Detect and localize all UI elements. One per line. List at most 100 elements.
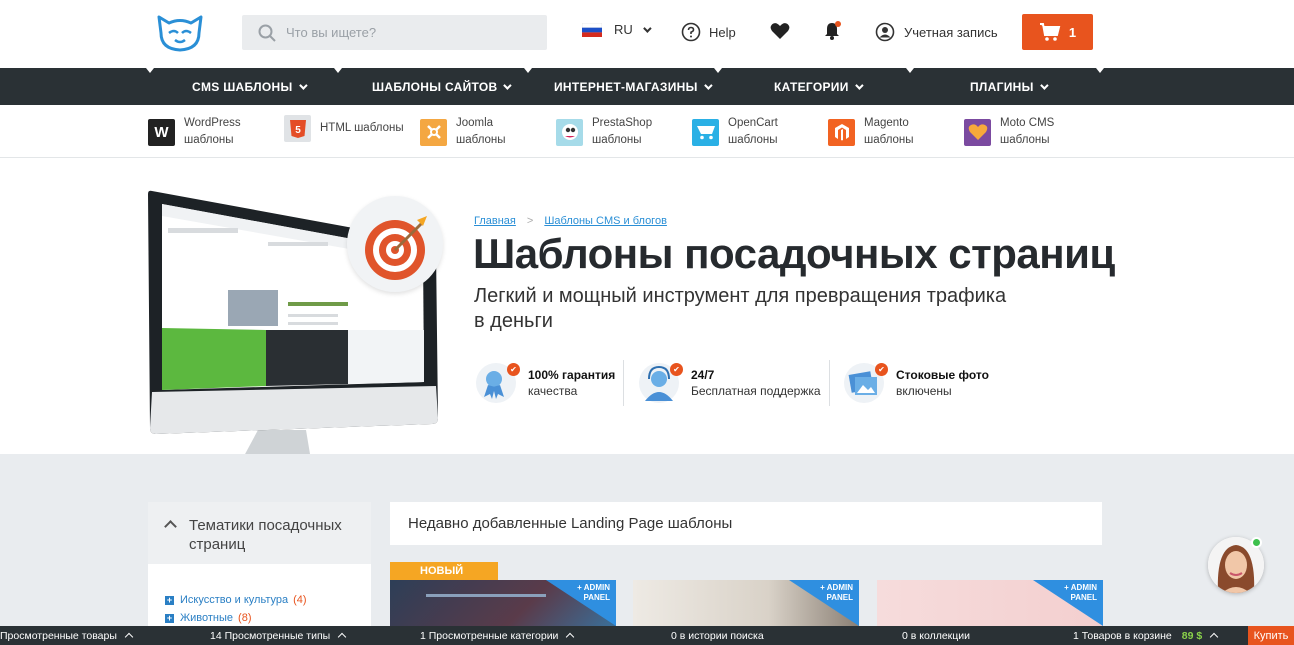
nav-categories[interactable]: КАТЕГОРИИ	[774, 68, 864, 105]
chevron-down-icon	[1039, 80, 1049, 90]
collections[interactable]: 0 в коллекции	[902, 626, 970, 645]
cms-sublabel: шаблоны	[592, 134, 642, 146]
help-link[interactable]: Help	[681, 22, 736, 42]
cms-link-motocms[interactable]: Moto CMS шаблоны	[964, 115, 1054, 149]
search-history-label: 0 в истории поиска	[671, 629, 764, 642]
cms-link-html[interactable]: 5 HTML шаблоны	[284, 115, 404, 142]
cms-sublabel: шаблоны	[1000, 134, 1050, 146]
heart-icon	[770, 23, 790, 39]
topic-filter-animals[interactable]: + Животные (8)	[165, 612, 252, 624]
check-badge-icon: ✔	[875, 363, 888, 376]
template-thumbnail[interactable]: + ADMIN PANEL	[633, 580, 859, 626]
nav-label: КАТЕГОРИИ	[774, 79, 849, 94]
nav-plugins[interactable]: ПЛАГИНЫ	[970, 68, 1049, 105]
topic-label: Искусство и культура	[180, 594, 289, 606]
search-history[interactable]: 0 в истории поиска	[671, 626, 764, 645]
viewed-categories-label: 1 Просмотренные категории	[420, 629, 559, 642]
cart-button[interactable]: 1	[1022, 14, 1093, 50]
cms-link-opencart[interactable]: OpenCart шаблоны	[692, 115, 778, 149]
breadcrumb: Главная > Шаблоны CMS и блогов	[474, 215, 667, 227]
chevron-down-icon	[703, 80, 713, 90]
russia-flag-icon	[581, 22, 603, 37]
target-icon	[347, 196, 443, 292]
nav-ecommerce[interactable]: ИНТЕРНЕТ-МАГАЗИНЫ	[554, 68, 713, 105]
cms-label: OpenCart	[728, 117, 778, 129]
cart-summary[interactable]: 1 Товаров в корзине 89 $	[1073, 626, 1219, 645]
cms-sublabel: шаблоны	[456, 134, 506, 146]
topic-count: (4)	[293, 594, 307, 606]
nav-cms-templates[interactable]: CMS ШАБЛОНЫ	[192, 68, 308, 105]
nav-site-templates[interactable]: ШАБЛОНЫ САЙТОВ	[372, 68, 513, 105]
catalog-section: Тематики посадочных страниц + Искусство …	[0, 454, 1294, 626]
feature-subtitle: качества	[528, 384, 578, 398]
svg-text:5: 5	[295, 125, 301, 136]
chevron-down-icon	[642, 23, 652, 33]
topic-filter-art[interactable]: + Искусство и культура (4)	[165, 594, 307, 606]
topics-toggle[interactable]: Тематики посадочных страниц	[148, 502, 371, 564]
feature-guarantee: ✔ 100% гарантия качества	[474, 360, 615, 406]
nav-divider	[714, 68, 722, 73]
template-thumbnail[interactable]: + ADMIN PANEL	[877, 580, 1103, 626]
plus-icon: +	[165, 612, 174, 623]
cms-label: Moto CMS	[1000, 117, 1055, 129]
plus-icon: +	[165, 594, 174, 605]
chevron-up-icon	[1209, 632, 1219, 642]
language-label: RU	[614, 22, 633, 37]
templatemonster-logo[interactable]	[155, 13, 205, 53]
main-navigation: CMS ШАБЛОНЫ ШАБЛОНЫ САЙТОВ ИНТЕРНЕТ-МАГА…	[0, 68, 1294, 105]
stock-photos-icon: ✔	[842, 361, 888, 405]
viewed-types-label: 14 Просмотренные типы	[210, 629, 331, 642]
search-bar[interactable]	[242, 15, 547, 50]
chevron-up-icon	[124, 632, 134, 642]
viewed-products[interactable]: Просмотренные товары	[0, 626, 134, 645]
check-badge-icon: ✔	[670, 363, 683, 376]
cart-price: 89 $	[1181, 629, 1203, 642]
collections-label: 0 в коллекции	[902, 629, 971, 642]
search-input[interactable]	[286, 25, 526, 40]
cms-sublabel: шаблоны	[864, 134, 914, 146]
template-thumbnail[interactable]: + ADMIN PANEL	[390, 580, 616, 626]
site-header: RU Help Учетная запись	[0, 0, 1294, 68]
cms-label: Joomla	[456, 117, 494, 129]
feature-divider	[623, 360, 624, 406]
account-link[interactable]: Учетная запись	[875, 22, 998, 42]
wishlist-button[interactable]	[770, 22, 790, 45]
cms-label: PrestaShop	[592, 117, 653, 129]
chevron-up-icon	[566, 632, 575, 642]
question-circle-icon	[681, 22, 701, 42]
cms-link-magento[interactable]: Magento шаблоны	[828, 115, 914, 149]
viewed-types[interactable]: 14 Просмотренные типы	[210, 626, 347, 645]
motocms-icon	[964, 118, 991, 146]
cms-link-wordpress[interactable]: W WordPress шаблоны	[148, 115, 241, 149]
breadcrumb-home[interactable]: Главная	[474, 215, 516, 227]
award-ribbon-icon: ✔	[474, 361, 520, 405]
nav-divider	[1096, 68, 1104, 73]
search-icon	[258, 24, 276, 42]
check-badge-icon: ✔	[507, 363, 520, 376]
page-subtitle: Легкий и мощный инструмент для превращен…	[474, 285, 1007, 332]
cms-link-prestashop[interactable]: PrestaShop шаблоны	[556, 115, 652, 149]
cms-label: WordPress	[184, 117, 241, 129]
admin-badge-line1: + ADMIN	[820, 583, 853, 592]
language-selector[interactable]: RU	[581, 22, 652, 37]
bottom-toolbar: Просмотренные товары 14 Просмотренные ти…	[0, 626, 1294, 645]
breadcrumb-separator: >	[526, 215, 534, 227]
admin-panel-badge: + ADMIN PANEL	[1033, 580, 1103, 626]
viewed-categories[interactable]: 1 Просмотренные категории	[420, 626, 575, 645]
new-badge: НОВЫЙ	[390, 562, 498, 580]
feature-title: 24/7	[691, 368, 715, 382]
chevron-down-icon	[854, 80, 864, 90]
admin-badge-line1: + ADMIN	[577, 583, 610, 592]
breadcrumb-cms-templates[interactable]: Шаблоны CMS и блогов	[544, 215, 667, 227]
nav-divider	[524, 68, 532, 73]
feature-title: Стоковые фото	[896, 368, 989, 382]
buy-button[interactable]: Купить	[1248, 626, 1294, 645]
admin-badge-line2: PANEL	[1070, 593, 1097, 602]
notifications-button[interactable]	[822, 21, 842, 46]
nav-divider	[334, 68, 342, 73]
feature-support: ✔ 24/7 Бесплатная поддержка	[637, 360, 821, 406]
online-status-dot	[1251, 537, 1262, 548]
cms-link-joomla[interactable]: Joomla шаблоны	[420, 115, 506, 149]
viewed-products-label: Просмотренные товары	[0, 629, 117, 642]
cms-label: HTML шаблоны	[320, 122, 404, 134]
